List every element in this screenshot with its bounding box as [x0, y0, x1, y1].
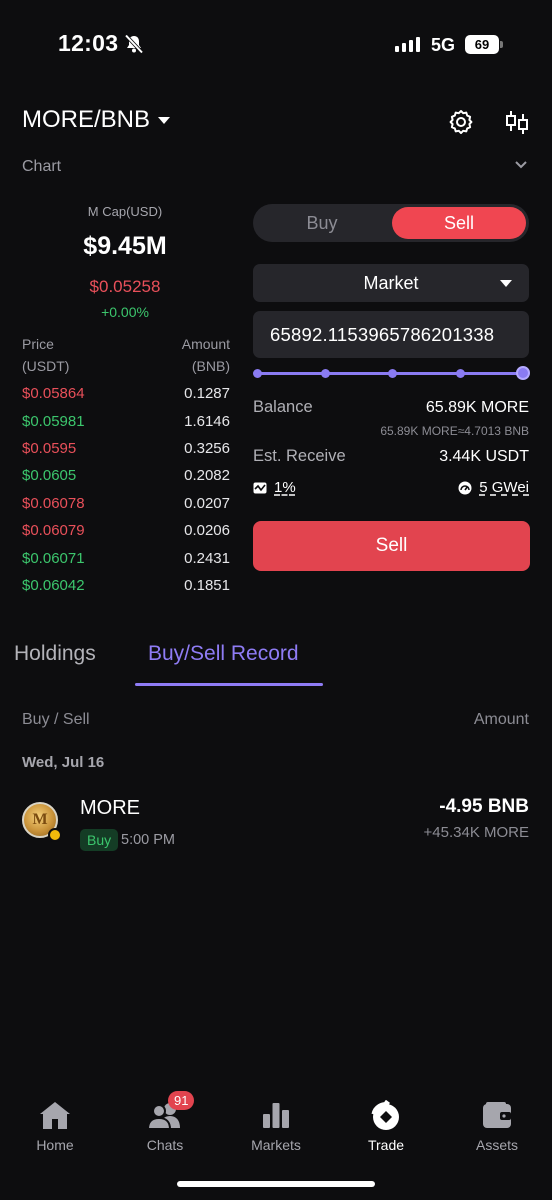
battery-icon: 69 — [465, 35, 499, 54]
orderbook-amount: 0.2431 — [184, 549, 230, 567]
nav-label: Home — [36, 1137, 74, 1153]
pair-selector[interactable]: MORE/BNB — [22, 106, 171, 134]
mcap-value: $9.45M — [83, 232, 167, 260]
orderbook-row[interactable]: $0.05981 1.6146 — [22, 407, 230, 434]
chats-unread-badge: 91 — [168, 1091, 195, 1110]
active-tab-indicator — [135, 683, 323, 686]
orderbook-row[interactable]: $0.06079 0.0206 — [22, 517, 230, 544]
orderbook-amount: 0.3256 — [184, 439, 230, 457]
wallet-icon — [483, 1102, 511, 1128]
nav-label: Markets — [251, 1137, 301, 1153]
slippage-value: 1% — [274, 479, 296, 496]
order-type-value: Market — [363, 272, 419, 293]
nav-trade[interactable]: Trade — [336, 1100, 436, 1160]
home-indicator[interactable] — [177, 1181, 375, 1187]
orderbook-price: $0.05981 — [22, 412, 85, 430]
battery-tip — [500, 41, 503, 48]
amount-header: Amount — [181, 336, 230, 352]
gas-icon — [458, 481, 472, 494]
orderbook-row[interactable]: $0.0605 0.2082 — [22, 462, 230, 489]
slippage-setting[interactable]: 1% — [253, 479, 296, 496]
order-type-select[interactable]: Market — [253, 264, 529, 302]
orderbook-row[interactable]: $0.0595 0.3256 — [22, 435, 230, 462]
nav-assets[interactable]: Assets — [447, 1100, 547, 1160]
tab-buy-sell-record[interactable]: Buy/Sell Record — [148, 642, 299, 666]
receive-label: Est. Receive — [253, 447, 346, 465]
home-icon — [40, 1102, 70, 1129]
amount-input[interactable]: 65892.1153965786201338 — [253, 311, 529, 358]
nav-chats[interactable]: Chats — [115, 1100, 215, 1160]
price-change: +0.00% — [101, 304, 149, 320]
current-price: $0.05258 — [89, 277, 161, 296]
sell-submit-button[interactable]: Sell — [253, 521, 530, 571]
buy-tab[interactable]: Buy — [253, 204, 391, 242]
orderbook-row[interactable]: $0.06071 0.2431 — [22, 544, 230, 571]
orderbook-price: $0.0595 — [22, 439, 77, 457]
slider-stop-75[interactable] — [456, 369, 465, 378]
trade-icon — [371, 1100, 399, 1130]
orderbook-amount: 0.2082 — [184, 467, 230, 485]
nav-label: Trade — [367, 1137, 405, 1153]
slider-stop-50[interactable] — [388, 369, 397, 378]
network-type: 5G — [431, 35, 456, 55]
markets-icon — [263, 1103, 289, 1128]
orderbook-amount: 0.1851 — [184, 576, 230, 594]
status-time: 12:03 — [58, 30, 119, 56]
orderbook-price: $0.05864 — [22, 385, 85, 403]
tab-holdings[interactable]: Holdings — [14, 642, 96, 666]
slider-stop-25[interactable] — [321, 369, 330, 378]
records-col-type: Buy / Sell — [22, 711, 90, 728]
gas-setting[interactable]: 5 GWei — [458, 479, 529, 496]
orderbook-amount: 0.0207 — [184, 494, 230, 512]
price-header-unit: (USDT) — [22, 358, 70, 374]
orderbook-row[interactable]: $0.06078 0.0207 — [22, 490, 230, 517]
mcap-label: M Cap(USD) — [87, 204, 163, 219]
nav-label: Assets — [475, 1137, 518, 1153]
orderbook-row[interactable]: $0.06042 0.1851 — [22, 572, 230, 599]
chart-toggle-label[interactable]: Chart — [22, 158, 61, 176]
orderbook-amount: 1.6146 — [184, 412, 230, 430]
orderbook-price: $0.06079 — [22, 522, 85, 540]
candlestick-icon[interactable] — [503, 108, 531, 136]
orderbook-price: $0.06071 — [22, 549, 85, 567]
orderbook-price: $0.06078 — [22, 494, 85, 512]
sell-tab[interactable]: Sell — [392, 207, 526, 239]
nav-home[interactable]: Home — [5, 1100, 105, 1160]
chain-badge-icon — [48, 828, 62, 842]
chevron-down-icon[interactable] — [514, 160, 528, 170]
signal-icon — [395, 37, 420, 52]
orderbook-amount-header: Amount (BNB) — [130, 333, 230, 377]
records-col-amount: Amount — [473, 711, 529, 728]
record-time: 5:00 PM — [121, 832, 175, 848]
pair-label: MORE/BNB — [22, 106, 151, 133]
caret-down-icon — [500, 280, 512, 287]
slider-handle[interactable] — [516, 366, 530, 380]
records-date: Wed, Jul 16 — [22, 754, 105, 771]
bell-muted-icon — [124, 34, 144, 54]
orderbook-amount: 0.0206 — [184, 522, 230, 540]
buy-sell-toggle: Buy Sell — [253, 204, 529, 242]
gear-icon[interactable] — [447, 108, 475, 136]
nav-label: Chats — [146, 1137, 184, 1153]
record-amount: -4.95 BNB — [439, 796, 529, 817]
orderbook-amount: 0.1287 — [184, 385, 230, 403]
record-sub-amount: +45.34K MORE — [423, 824, 529, 841]
orderbook-price-header: Price (USDT) — [22, 333, 69, 377]
balance-label: Balance — [253, 398, 313, 416]
nav-markets[interactable]: Markets — [226, 1100, 326, 1160]
orderbook-price: $0.06042 — [22, 576, 85, 594]
slider-stop-0[interactable] — [253, 369, 262, 378]
caret-down-icon — [158, 116, 171, 124]
record-type-badge: Buy — [80, 829, 119, 851]
slippage-icon — [253, 482, 267, 493]
balance-value: 65.89K MORE — [425, 399, 529, 416]
balance-converted: 65.89K MORE≈4.7013 BNB — [380, 424, 529, 438]
amount-header-unit: (BNB) — [191, 358, 230, 374]
orderbook-row[interactable]: $0.05864 0.1287 — [22, 380, 230, 407]
record-token-name: MORE — [80, 797, 140, 819]
gas-value: 5 GWei — [479, 479, 529, 496]
price-header: Price — [22, 336, 54, 352]
orderbook-price: $0.0605 — [22, 467, 77, 485]
receive-value: 3.44K USDT — [439, 448, 529, 465]
